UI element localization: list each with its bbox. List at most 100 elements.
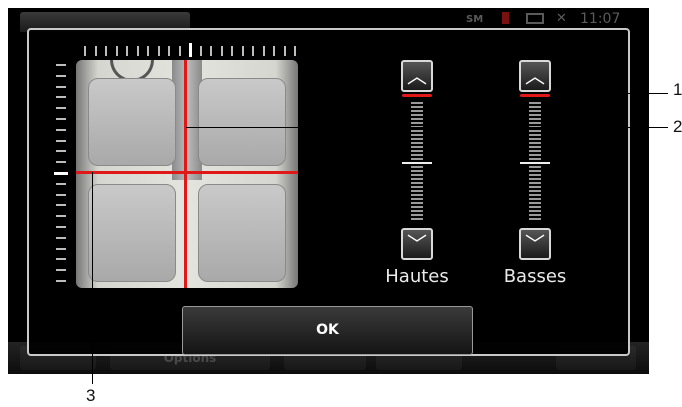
slider-tick bbox=[411, 106, 423, 108]
slider-tick bbox=[411, 166, 423, 168]
bass-slider[interactable] bbox=[520, 102, 550, 224]
mute-icon: ✕ bbox=[556, 11, 567, 26]
scale-tick bbox=[210, 46, 212, 56]
scale-tick bbox=[54, 172, 68, 175]
scale-tick bbox=[283, 46, 286, 56]
treble-slider[interactable] bbox=[402, 102, 432, 224]
scale-tick bbox=[56, 226, 66, 228]
scale-tick bbox=[105, 46, 107, 56]
scale-tick bbox=[126, 46, 128, 56]
front-rear-scale bbox=[84, 43, 304, 57]
slider-tick bbox=[411, 118, 423, 120]
scale-tick bbox=[136, 46, 139, 56]
slider-tick bbox=[411, 114, 423, 116]
slider-tick bbox=[529, 206, 541, 208]
treble-down-button[interactable]: ﹀ bbox=[401, 228, 433, 260]
slider-tick bbox=[411, 134, 423, 136]
scale-tick bbox=[56, 247, 66, 250]
scale-tick bbox=[56, 139, 66, 142]
slider-tick bbox=[529, 198, 541, 200]
slider-tick bbox=[411, 150, 423, 152]
chevron-up-icon: ︿ bbox=[525, 64, 545, 88]
scale-tick bbox=[56, 204, 66, 207]
balance-crosshair-vertical[interactable] bbox=[184, 60, 187, 288]
bass-level-indicator bbox=[520, 94, 550, 97]
slider-tick bbox=[411, 170, 423, 172]
ok-button[interactable]: OK bbox=[182, 306, 473, 355]
slider-tick bbox=[529, 142, 541, 144]
slider-tick bbox=[411, 110, 423, 112]
slider-tick bbox=[411, 202, 423, 204]
scale-tick bbox=[56, 269, 66, 272]
slider-tick bbox=[529, 166, 541, 168]
scale-tick bbox=[56, 280, 66, 282]
front-right-seat bbox=[198, 78, 286, 166]
bass-label: Basses bbox=[503, 266, 567, 287]
slider-tick bbox=[529, 102, 541, 104]
scale-tick bbox=[273, 46, 275, 56]
scale-tick bbox=[56, 107, 66, 110]
slider-tick bbox=[529, 218, 541, 220]
scale-tick bbox=[294, 46, 296, 56]
slider-tick bbox=[411, 130, 423, 132]
scale-tick bbox=[157, 46, 160, 56]
slider-tick bbox=[529, 210, 541, 212]
slider-tick bbox=[411, 146, 423, 148]
slider-tick bbox=[411, 198, 423, 200]
scale-tick bbox=[56, 128, 66, 131]
scale-tick bbox=[56, 215, 66, 218]
slider-tick bbox=[411, 158, 423, 160]
treble-up-button[interactable]: ︿ bbox=[401, 60, 433, 92]
slider-tick bbox=[529, 114, 541, 116]
scale-tick bbox=[252, 46, 254, 56]
scale-tick bbox=[56, 182, 66, 185]
slider-tick bbox=[411, 182, 423, 184]
left-right-scale bbox=[54, 64, 68, 290]
callout-3-leader bbox=[92, 172, 93, 384]
slider-tick bbox=[411, 206, 423, 208]
slider-tick bbox=[529, 118, 541, 120]
slider-tick bbox=[520, 162, 550, 164]
scale-tick bbox=[94, 46, 97, 56]
scale-tick bbox=[56, 118, 66, 120]
scale-tick bbox=[56, 96, 66, 99]
battery-icon bbox=[526, 13, 544, 24]
chevron-down-icon: ﹀ bbox=[407, 232, 427, 256]
scale-tick bbox=[178, 46, 181, 56]
bass-up-button[interactable]: ︿ bbox=[519, 60, 551, 92]
scale-tick bbox=[189, 43, 192, 57]
slider-tick bbox=[529, 138, 541, 140]
scale-tick bbox=[56, 258, 66, 261]
slider-tick bbox=[529, 122, 541, 124]
scale-tick bbox=[56, 236, 66, 239]
treble-label: Hautes bbox=[385, 266, 449, 287]
slider-tick bbox=[529, 194, 541, 196]
slider-tick bbox=[529, 158, 541, 160]
slider-tick bbox=[411, 154, 423, 156]
rear-right-seat bbox=[198, 184, 286, 282]
chevron-up-icon: ︿ bbox=[407, 64, 427, 88]
scale-tick bbox=[231, 46, 233, 56]
bass-down-button[interactable]: ﹀ bbox=[519, 228, 551, 260]
slider-tick bbox=[411, 194, 423, 196]
slider-tick bbox=[411, 142, 423, 144]
scale-tick bbox=[199, 46, 202, 56]
callout-3: 3 bbox=[86, 386, 96, 405]
scale-tick bbox=[56, 150, 66, 153]
slider-tick bbox=[529, 170, 541, 172]
balance-crosshair-horizontal[interactable] bbox=[76, 171, 298, 174]
chevron-down-icon: ﹀ bbox=[525, 232, 545, 256]
slider-tick bbox=[529, 190, 541, 192]
slider-tick bbox=[529, 202, 541, 204]
clock: 11:07 bbox=[580, 11, 621, 27]
scale-tick bbox=[56, 161, 66, 164]
scale-tick bbox=[147, 46, 149, 56]
slider-tick bbox=[529, 174, 541, 176]
slider-tick bbox=[411, 218, 423, 220]
slider-tick bbox=[529, 214, 541, 216]
seat-layout-image[interactable] bbox=[76, 60, 298, 288]
callout-1-leader bbox=[548, 93, 668, 94]
slider-tick bbox=[529, 134, 541, 136]
signal-icon bbox=[502, 12, 509, 24]
treble-level-indicator bbox=[402, 94, 432, 97]
